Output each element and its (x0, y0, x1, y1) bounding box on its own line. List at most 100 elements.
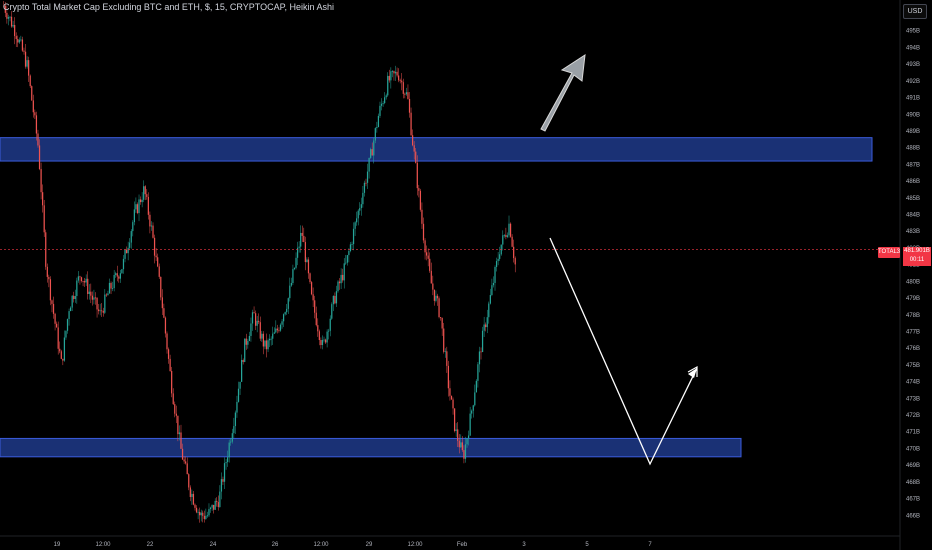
candle (346, 255, 348, 263)
candle (415, 151, 417, 163)
candle (242, 359, 244, 362)
candle (248, 335, 251, 341)
y-tick-label: 475B (906, 363, 920, 369)
resistance-zone[interactable] (0, 137, 873, 162)
chart-canvas[interactable]: 495B 494B 493B 492B 491B 490B 489B 488B 487B 486B… (0, 0, 932, 550)
candle (514, 258, 516, 265)
candle (253, 312, 255, 314)
candle (65, 330, 67, 338)
candle (125, 249, 128, 254)
candle (309, 273, 311, 283)
candle (511, 236, 513, 247)
candle (505, 234, 507, 237)
candle (20, 39, 22, 41)
candle (390, 71, 392, 81)
candle (82, 281, 84, 282)
candle (338, 281, 341, 284)
candle (43, 205, 45, 233)
candle (422, 223, 425, 241)
candle (18, 39, 20, 43)
candle (138, 199, 140, 214)
candle (48, 276, 50, 280)
candle (87, 278, 89, 294)
y-tick-label: 474B (906, 380, 920, 386)
candle (488, 303, 490, 318)
candle (52, 303, 55, 314)
candle (443, 328, 445, 352)
candle (276, 328, 278, 331)
candle (230, 441, 232, 443)
candle (452, 399, 454, 409)
candle (35, 115, 38, 134)
candle (124, 249, 126, 259)
x-tick-label: 26 (272, 542, 279, 548)
candle (241, 359, 243, 382)
candle (7, 17, 10, 19)
candle (21, 39, 24, 51)
candle (129, 242, 131, 248)
candle (371, 149, 373, 156)
candle (486, 317, 488, 328)
y-tick-label: 484B (906, 213, 920, 219)
y-tick-label: 476B (906, 346, 920, 352)
candle (214, 500, 216, 510)
y-tick-label: 466B (906, 513, 920, 519)
y-tick-label: 493B (906, 62, 920, 68)
candle (328, 330, 330, 332)
candle (357, 210, 359, 219)
candle (436, 295, 439, 299)
candle (307, 259, 310, 274)
candle (57, 327, 59, 349)
candle (464, 444, 467, 459)
candle (446, 351, 448, 366)
candle (111, 288, 114, 289)
candle (360, 204, 362, 209)
candle (284, 312, 286, 315)
candle (408, 98, 411, 113)
candle (332, 295, 334, 305)
candle (155, 255, 157, 258)
candle (404, 93, 406, 95)
candle (293, 267, 296, 270)
candle (17, 39, 19, 43)
candle (492, 282, 495, 286)
y-tick-label: 469B (906, 463, 920, 469)
candle (261, 333, 263, 339)
currency-button[interactable]: USD (903, 4, 927, 19)
x-tick-label: Feb (457, 542, 468, 548)
candle (481, 330, 484, 353)
candle (370, 149, 372, 158)
candle (23, 50, 25, 52)
y-tick-label: 489B (906, 129, 920, 135)
candle (213, 504, 215, 510)
candle (208, 509, 210, 516)
candle (174, 404, 176, 414)
last-price-tag: 481.901B 00:11 (903, 247, 931, 266)
candle (379, 105, 381, 116)
candle (132, 222, 134, 232)
candle (104, 294, 106, 313)
candle (150, 225, 153, 227)
candle (200, 512, 202, 516)
candle (258, 320, 260, 323)
support-zone[interactable] (0, 437, 742, 458)
y-tick-label: 480B (906, 279, 920, 285)
candle (466, 438, 468, 445)
candle (158, 266, 160, 277)
y-tick-label: 487B (906, 162, 920, 168)
candle (491, 285, 493, 296)
candle (388, 75, 390, 81)
candle (192, 493, 195, 505)
candle (227, 457, 229, 463)
candle (97, 309, 100, 312)
candle (209, 507, 212, 510)
candle (247, 340, 249, 345)
candle (279, 324, 282, 331)
y-tick-label: 477B (906, 329, 920, 335)
candle (396, 71, 398, 76)
candle (290, 283, 292, 286)
candle (31, 86, 33, 101)
candle (416, 162, 418, 189)
candle (24, 51, 27, 67)
candle (244, 338, 246, 362)
